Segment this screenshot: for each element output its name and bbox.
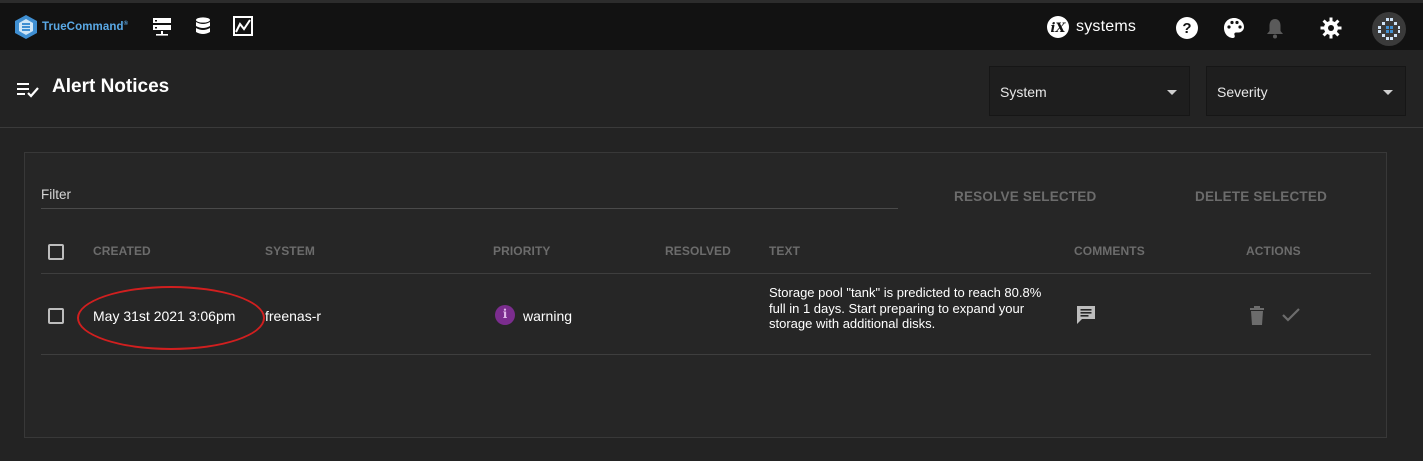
cell-priority: warning — [523, 308, 573, 324]
filter-input[interactable]: Filter — [41, 177, 898, 209]
logo-text: TrueCommand® — [42, 21, 129, 33]
resolve-check-icon[interactable] — [1281, 307, 1301, 323]
systems-server-icon[interactable] — [151, 15, 173, 37]
filter-placeholder: Filter — [41, 187, 71, 202]
help-icon[interactable]: ? — [1175, 16, 1199, 40]
column-actions: ACTIONS — [1246, 244, 1301, 258]
user-avatar-icon — [1378, 18, 1400, 40]
cell-text: Storage pool "tank" is predicted to reac… — [769, 285, 1042, 332]
column-comments[interactable]: COMMENTS — [1074, 244, 1145, 258]
page-title: Alert Notices — [52, 76, 170, 97]
comments-icon[interactable] — [1075, 304, 1097, 326]
severity-filter-select[interactable]: Severity — [1206, 66, 1406, 116]
notifications-bell-icon[interactable] — [1263, 16, 1287, 40]
annotation-highlight-circle — [77, 286, 265, 350]
settings-gear-icon[interactable] — [1319, 16, 1343, 40]
ixsystems-brand: iX systems — [1046, 15, 1142, 39]
cell-system: freenas-r — [265, 308, 322, 324]
priority-warning-icon: i — [495, 305, 515, 325]
top-navbar: TrueCommand® iX systems ? — [0, 0, 1423, 50]
column-text[interactable]: TEXT — [769, 244, 800, 258]
alert-list-check-icon — [17, 83, 39, 98]
reports-chart-icon[interactable] — [232, 15, 254, 37]
user-avatar[interactable] — [1372, 12, 1406, 46]
system-filter-label: System — [1000, 84, 1047, 100]
delete-selected-button[interactable]: DELETE SELECTED — [1195, 189, 1327, 204]
system-filter-select[interactable]: System — [989, 66, 1190, 116]
table-header: CREATED SYSTEM PRIORITY RESOLVED TEXT CO… — [41, 229, 1371, 274]
column-created[interactable]: CREATED — [93, 244, 151, 258]
truecommand-logo[interactable]: TrueCommand® — [14, 12, 138, 42]
column-resolved[interactable]: RESOLVED — [665, 244, 731, 258]
theme-palette-icon[interactable] — [1222, 16, 1246, 40]
page-header: Alert Notices System Severity — [0, 50, 1423, 128]
severity-filter-label: Severity — [1217, 84, 1268, 100]
ixsystems-wordmark: systems — [1076, 18, 1137, 35]
chevron-down-icon — [1383, 90, 1393, 95]
resolve-selected-button[interactable]: RESOLVE SELECTED — [954, 189, 1096, 204]
database-icon[interactable] — [192, 15, 214, 37]
column-system[interactable]: SYSTEM — [265, 244, 315, 258]
column-priority[interactable]: PRIORITY — [493, 244, 550, 258]
svg-text:?: ? — [1182, 20, 1191, 37]
ixsystems-logo-icon: iX — [1047, 16, 1069, 38]
row-select-checkbox[interactable] — [48, 308, 64, 324]
chevron-down-icon — [1167, 90, 1177, 95]
svg-text:iX: iX — [1050, 21, 1066, 36]
select-all-checkbox[interactable] — [48, 244, 64, 260]
truecommand-hex-icon — [15, 15, 37, 39]
delete-trash-icon[interactable] — [1248, 306, 1266, 326]
